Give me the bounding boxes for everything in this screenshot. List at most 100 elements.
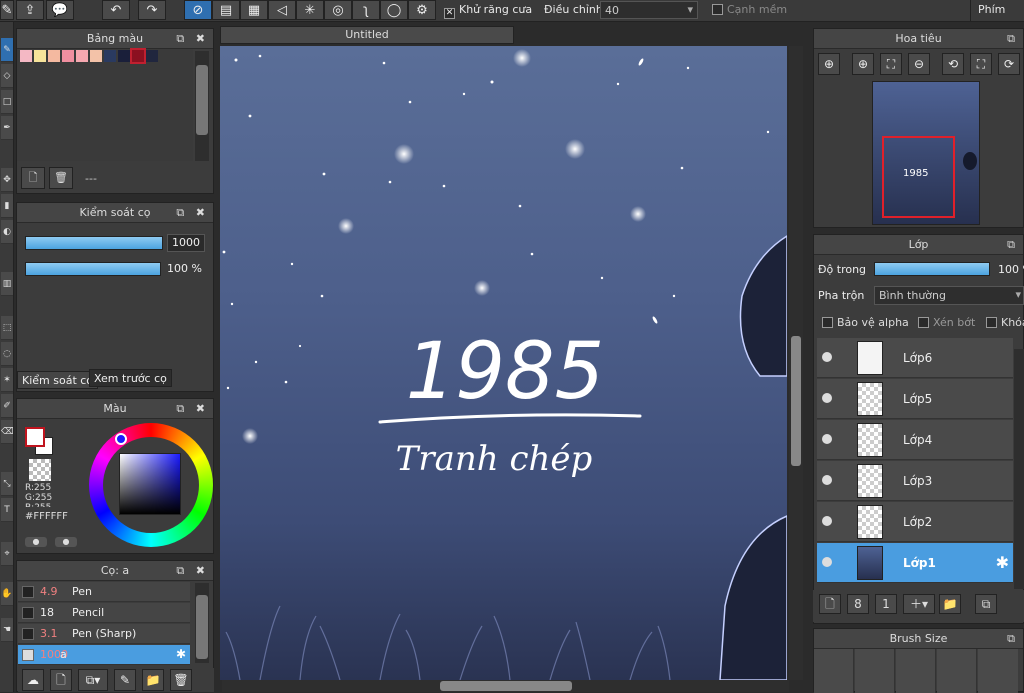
panel-controls-icon[interactable]: ⧉ <box>1007 29 1019 49</box>
primary-color[interactable] <box>25 427 45 447</box>
visibility-icon[interactable] <box>822 475 832 485</box>
grid-snap-icon[interactable]: ▦ <box>240 0 268 20</box>
palette-add-icon[interactable]: ● <box>25 537 47 547</box>
trash-icon[interactable]: 🗑 <box>170 669 192 691</box>
brush-settings-icon[interactable]: ✎ <box>114 669 136 691</box>
saturation-square[interactable] <box>119 453 181 515</box>
palette-scrollbar[interactable] <box>195 51 209 161</box>
gear-icon[interactable]: ✱ <box>996 553 1009 572</box>
brush-size-value[interactable]: 1000 <box>167 234 205 252</box>
gradient-tool-icon[interactable]: ▥ <box>1 272 13 296</box>
soft-edge-checkbox[interactable]: Cạnh mềm <box>712 3 787 16</box>
text-tool-icon[interactable]: T <box>1 498 13 522</box>
radial-snap-icon[interactable]: ✳ <box>296 0 324 20</box>
palette-swatch[interactable] <box>48 50 60 62</box>
scroll-thumb[interactable] <box>196 595 208 659</box>
select-tool-icon[interactable]: ✎ <box>0 0 14 20</box>
brush-list-item[interactable]: 1000 a ✱ <box>18 645 190 665</box>
rect-tool-icon[interactable]: □ <box>1 90 13 114</box>
brush-size-preset[interactable] <box>855 649 895 693</box>
rotate-right-icon[interactable]: ⟳ <box>998 53 1020 75</box>
add-layer-menu-icon[interactable]: ＋▾ <box>903 594 935 614</box>
brush-list-scrollbar[interactable] <box>195 583 209 663</box>
palette-menu-icon[interactable]: ● <box>55 537 77 547</box>
viewport-indicator[interactable] <box>882 136 955 218</box>
folder-icon[interactable]: 📁 <box>939 594 961 614</box>
panel-controls-icon[interactable]: ⧉ <box>1007 629 1019 649</box>
visibility-icon[interactable] <box>822 393 832 403</box>
layer-row[interactable]: Lớp3 <box>817 461 1013 501</box>
share-icon[interactable]: ⇪ <box>16 0 44 20</box>
canvas-v-scrollbar[interactable] <box>789 46 803 680</box>
layer-1bit-icon[interactable]: 1 <box>875 594 897 614</box>
fullscreen-icon[interactable]: ⛶ <box>970 53 992 75</box>
tab-brush-preview[interactable]: Xem trước cọ <box>89 369 172 387</box>
scroll-thumb[interactable] <box>791 336 801 466</box>
select-eraser-icon[interactable]: ⌫ <box>1 420 13 444</box>
select-rect-icon[interactable]: ⬚ <box>1 316 13 340</box>
brush-color-box[interactable] <box>22 586 34 598</box>
visibility-icon[interactable] <box>822 557 832 567</box>
panel-controls-icon[interactable]: ⧉ ✖ <box>176 399 209 419</box>
cloud-icon[interactable]: ☁ <box>22 669 44 691</box>
palette-swatch[interactable] <box>90 50 102 62</box>
brush-list-item[interactable]: 3.1 Pen (Sharp) <box>18 624 190 644</box>
layer-opacity-slider[interactable] <box>874 262 990 276</box>
visibility-icon[interactable] <box>822 352 832 362</box>
panel-controls-icon[interactable]: ⧉ <box>1007 235 1019 255</box>
parallel-snap-icon[interactable]: ▤ <box>212 0 240 20</box>
brush-color-box[interactable] <box>22 628 34 640</box>
palette-swatch[interactable] <box>146 50 158 62</box>
brush-size-preset[interactable] <box>978 649 1018 693</box>
dropper-icon[interactable]: ⌖ <box>1 542 13 566</box>
trash-icon[interactable]: 🗑 <box>49 167 73 189</box>
ellipse-snap-icon[interactable]: ◯ <box>380 0 408 20</box>
lock-checkbox[interactable]: Khóa <box>986 316 1024 329</box>
tab-brush-control[interactable]: Kiểm soát cọ <box>17 371 99 389</box>
layers-scrollbar[interactable] <box>1014 349 1024 589</box>
redo-icon[interactable]: ↷ <box>138 0 166 20</box>
magic-wand-icon[interactable]: ✶ <box>1 368 13 392</box>
transform-icon[interactable]: ⤡ <box>1 472 13 496</box>
layer-row[interactable]: Lớp2 <box>817 502 1013 542</box>
folder-icon[interactable]: 📁 <box>142 669 164 691</box>
layer-row[interactable]: Lớp5 <box>817 379 1013 419</box>
scroll-thumb[interactable] <box>196 65 208 135</box>
undo-icon[interactable]: ↶ <box>102 0 130 20</box>
navigator-preview[interactable]: 1985 <box>872 81 980 225</box>
scroll-thumb[interactable] <box>440 681 572 691</box>
brush-list-item[interactable]: 4.9 Pen <box>18 582 190 602</box>
zoom-in-alt-icon[interactable]: ⊕ <box>852 53 874 75</box>
layer-row[interactable]: Lớp6 <box>817 338 1013 378</box>
panel-controls-icon[interactable]: ⧉ ✖ <box>176 203 209 223</box>
perspective-snap-icon[interactable]: ◁ <box>268 0 296 20</box>
brush-list-item[interactable]: 18 Pencil <box>18 603 190 623</box>
duplicate-layer-icon[interactable]: ⧉ <box>975 594 997 614</box>
visibility-icon[interactable] <box>822 516 832 526</box>
antialias-checkbox[interactable]: ✕ Khử răng cưa <box>444 3 532 19</box>
visibility-icon[interactable] <box>822 434 832 444</box>
fit-screen-icon[interactable]: ⛶ <box>880 53 902 75</box>
panel-controls-icon[interactable]: ⧉ ✖ <box>176 561 209 581</box>
keys-label[interactable]: Phím <box>978 3 1005 16</box>
new-layer-icon[interactable]: 🗋 <box>819 594 841 614</box>
palette-swatch[interactable] <box>20 50 32 62</box>
zoom-out-icon[interactable]: ⊖ <box>908 53 930 75</box>
snap-settings-icon[interactable]: ⚙ <box>408 0 436 20</box>
gear-icon[interactable]: ✱ <box>176 647 186 661</box>
brush-menu-icon[interactable]: ⧉▾ <box>78 669 108 691</box>
canvas-tab[interactable]: Untitled <box>220 26 514 44</box>
rotate-left-icon[interactable]: ⟲ <box>942 53 964 75</box>
concentric-snap-icon[interactable]: ◎ <box>324 0 352 20</box>
pen-tool-icon[interactable]: ✒ <box>1 116 13 140</box>
palette-swatch[interactable] <box>34 50 46 62</box>
layer-row[interactable]: Lớp4 <box>817 420 1013 460</box>
comment-icon[interactable]: 💬 <box>46 0 74 20</box>
brush-tool-icon[interactable]: ✎ <box>1 38 13 62</box>
palette-swatch[interactable] <box>62 50 74 62</box>
select-pen-icon[interactable]: ✐ <box>1 394 13 418</box>
brush-size-preset[interactable] <box>896 649 936 693</box>
new-brush-icon[interactable]: 🗋 <box>50 669 72 691</box>
brush-size-slider[interactable] <box>25 236 163 250</box>
canvas[interactable]: 1985 Tranh chép <box>220 46 787 680</box>
